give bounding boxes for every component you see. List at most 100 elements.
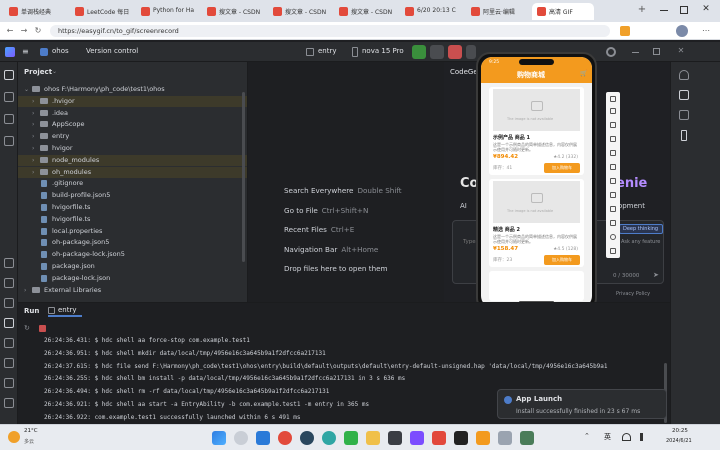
emu-rotate-left-icon[interactable] [610, 122, 616, 128]
tree-item[interactable]: › AppScope [18, 119, 247, 130]
chevron-right-icon[interactable]: › [32, 119, 34, 130]
tree-item[interactable]: › .idea [18, 108, 247, 119]
emu-volume-down-icon[interactable] [610, 164, 616, 170]
browser-tab[interactable]: 单调栈经典 [4, 3, 66, 20]
project-switcher[interactable]: ohos [40, 46, 80, 58]
tree-item[interactable]: ⌄ ohos F:\Harmony\ph_code\test1\ohos [18, 84, 247, 95]
codegenie-tool-icon[interactable] [679, 90, 689, 100]
edge-icon[interactable] [322, 431, 336, 445]
minimize-window-icon[interactable] [660, 10, 668, 11]
deep-thinking-toggle[interactable]: Deep thinking [619, 224, 663, 234]
cart-icon[interactable]: 🛒 [580, 70, 587, 77]
ide-maximize-icon[interactable] [653, 48, 660, 55]
emu-close-icon[interactable] [610, 96, 616, 102]
chevron-right-icon[interactable]: › [32, 167, 34, 178]
device-selector[interactable]: nova 15 Pro [352, 46, 406, 58]
notifications-icon[interactable] [679, 70, 689, 80]
profiler-tool-icon[interactable] [4, 278, 14, 288]
device-manager-icon[interactable] [679, 110, 689, 120]
files-icon[interactable] [366, 431, 380, 445]
previewer-icon[interactable] [681, 130, 687, 141]
start-icon[interactable] [212, 431, 226, 445]
chrome-icon[interactable] [278, 431, 292, 445]
tree-item[interactable]: › hvigor [18, 143, 247, 154]
browser-tab[interactable]: 阿里云·编辑 [466, 3, 528, 20]
product-card-partial[interactable] [489, 271, 584, 301]
emu-more-icon[interactable] [610, 248, 616, 254]
browser-tab[interactable]: 高清 GIF [532, 3, 594, 20]
tree-item[interactable]: local.properties [18, 226, 247, 237]
chevron-down-icon[interactable]: ⌄ [24, 84, 29, 95]
services-tool-icon[interactable] [4, 258, 14, 268]
input-language[interactable]: 英 [604, 432, 611, 442]
chevron-right-icon[interactable]: › [32, 96, 34, 107]
notes-taskbar-icon[interactable] [520, 431, 534, 445]
product-card[interactable]: The image is not available 示例产品 商品 1 这是一个示… [489, 87, 584, 175]
project-tool-icon[interactable] [4, 70, 14, 80]
chevron-right-icon[interactable]: › [32, 131, 34, 142]
network-icon[interactable] [622, 433, 631, 441]
structure-tool-icon[interactable] [4, 114, 14, 124]
wechat-icon[interactable] [344, 431, 358, 445]
emu-volume-up-icon[interactable] [610, 150, 616, 156]
url-field[interactable]: https://easygif.cn/to_gif/screenrecord [50, 25, 610, 37]
buy-button[interactable]: 加入购物车 [544, 255, 580, 265]
browser-tab[interactable]: 搜文章 - CSDN [268, 3, 330, 20]
profile-avatar[interactable] [676, 25, 688, 37]
emu-screenshot-icon[interactable] [610, 192, 616, 198]
vscode-icon[interactable] [256, 431, 270, 445]
git-tool-icon[interactable] [4, 378, 14, 388]
back-icon[interactable]: ← [4, 25, 16, 37]
new-tab-button[interactable]: + [636, 4, 648, 16]
run-button[interactable] [412, 45, 426, 59]
build-tool-icon[interactable] [4, 298, 14, 308]
clock-time[interactable]: 20:25 [672, 428, 688, 434]
tree-item[interactable]: › node_modules [18, 154, 247, 166]
ide-taskbar-icon[interactable] [388, 431, 402, 445]
run-config-tab[interactable]: entry [48, 305, 82, 317]
forward-icon[interactable]: → [18, 25, 30, 37]
tree-item[interactable]: oh-package.json5 [18, 237, 247, 248]
close-window-icon[interactable]: ✕ [700, 3, 712, 15]
ide-minimize-icon[interactable] [632, 52, 639, 53]
emu-back-icon[interactable] [610, 220, 616, 226]
search-icon[interactable] [234, 431, 248, 445]
tree-item[interactable]: hvigorfile.ts [18, 214, 247, 225]
tray-chevron-icon[interactable]: ⌃ [584, 432, 590, 440]
log-tool-icon[interactable] [4, 398, 14, 408]
browser-tab[interactable]: 搜文章 - CSDN [334, 3, 396, 20]
maximize-window-icon[interactable] [680, 6, 688, 14]
settings-taskbar-icon[interactable] [498, 431, 512, 445]
volume-icon[interactable] [640, 433, 648, 441]
run-tab[interactable]: Run [24, 307, 39, 315]
clock-date[interactable]: 2024/6/21 [666, 438, 692, 444]
profiler-button[interactable] [466, 45, 476, 59]
extension-icon[interactable] [620, 26, 630, 36]
rerun-icon[interactable]: ↻ [24, 324, 30, 332]
app-taskbar-icon[interactable] [410, 431, 424, 445]
browser-tab[interactable]: 6/20 20:13 C [400, 3, 462, 20]
stop-button[interactable] [448, 45, 462, 59]
emu-home-icon[interactable] [610, 206, 616, 212]
commit-tool-icon[interactable] [4, 92, 14, 102]
product-card[interactable]: The image is not available 精选 商品 2 这是一个示例商… [489, 179, 584, 267]
tree-item[interactable]: oh-package-lock.json5 [18, 249, 247, 260]
reload-icon[interactable]: ↻ [32, 25, 44, 37]
tree-item[interactable]: › oh_modules [18, 166, 247, 178]
privacy-policy-link[interactable]: Privacy Policy [616, 291, 650, 297]
version-control-menu[interactable]: Version control [86, 47, 138, 55]
tree-item[interactable]: hvigorfile.ts [18, 202, 247, 213]
steam-icon[interactable] [300, 431, 314, 445]
browser-tab[interactable]: LeetCode 每日 [70, 3, 132, 20]
emulator-taskbar-icon[interactable] [476, 431, 490, 445]
project-panel-title[interactable]: Project [24, 68, 52, 76]
main-menu-icon[interactable]: ≡ [22, 46, 32, 57]
settings-icon[interactable] [606, 47, 616, 57]
emu-power-icon[interactable] [610, 178, 616, 184]
terminal-taskbar-icon[interactable] [454, 431, 468, 445]
browser-menu-icon[interactable]: ⋯ [700, 25, 712, 37]
run-config-selector[interactable]: entry [306, 46, 346, 58]
tree-item[interactable]: .gitignore [18, 178, 247, 189]
send-icon[interactable]: ➤ [653, 271, 659, 279]
ide-close-icon[interactable]: ✕ [676, 46, 686, 56]
